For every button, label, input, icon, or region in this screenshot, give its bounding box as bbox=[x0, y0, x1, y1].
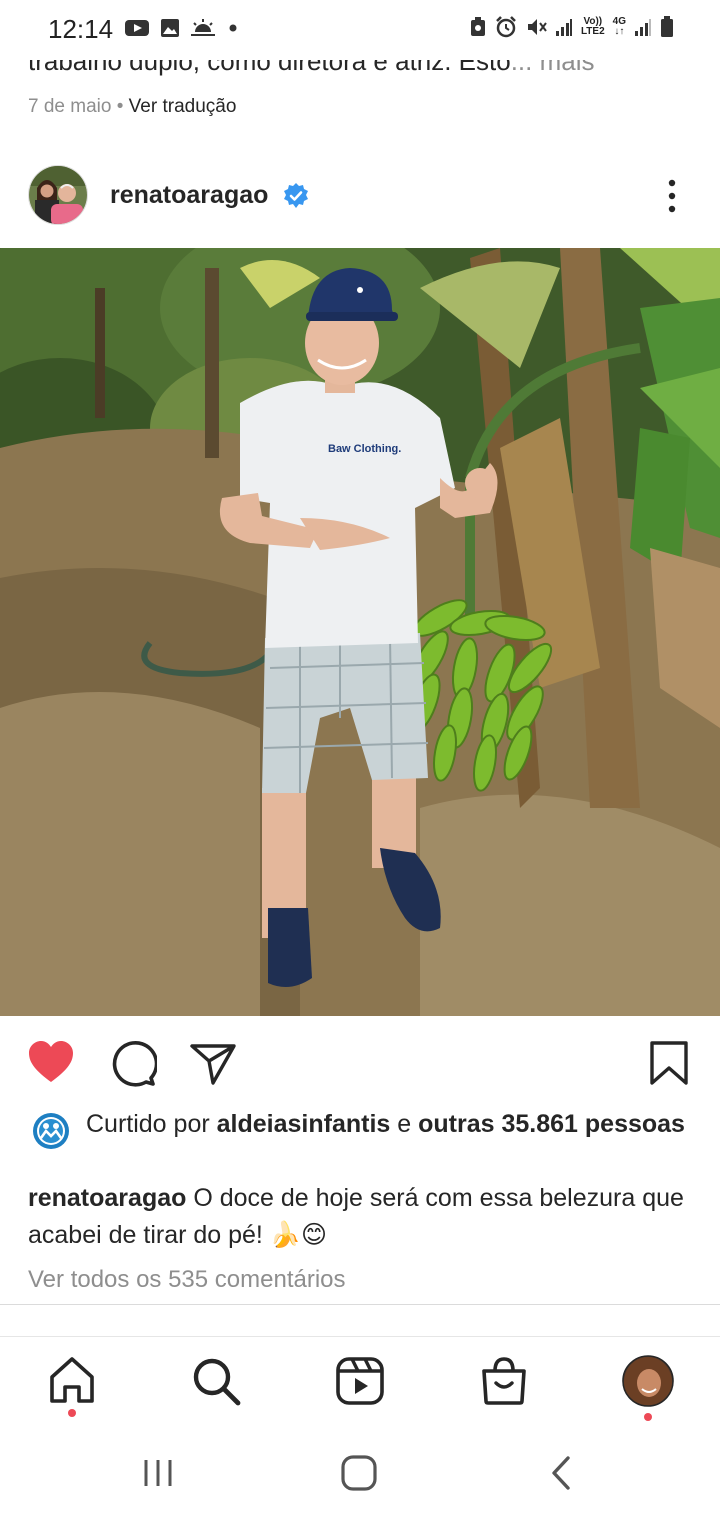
notification-icons bbox=[124, 18, 240, 38]
reels-icon[interactable] bbox=[332, 1353, 388, 1409]
post-header: renatoaragao bbox=[0, 160, 720, 236]
bottom-navigation bbox=[0, 1337, 720, 1432]
likes-text: Curtido por aldeiasinfantis e outras 35.… bbox=[32, 1108, 692, 1141]
view-comments-link[interactable]: Ver todos os 535 comentários bbox=[28, 1266, 346, 1294]
search-icon[interactable] bbox=[188, 1353, 244, 1409]
profile-notification-dot bbox=[644, 1413, 652, 1421]
previous-post-meta: 7 de maio • Ver tradução bbox=[28, 96, 236, 118]
likes-suffix[interactable]: pessoas bbox=[585, 1110, 685, 1138]
meta-separator: • bbox=[116, 96, 124, 117]
liker-avatar-icon bbox=[33, 1113, 69, 1149]
post-date: 7 de maio bbox=[28, 96, 112, 117]
likes-count[interactable]: outras 35.861 bbox=[418, 1110, 578, 1138]
profile-avatar[interactable] bbox=[620, 1353, 676, 1409]
post-username[interactable]: renatoaragao bbox=[110, 181, 268, 210]
data-arrows: ↓↑ bbox=[614, 26, 625, 37]
avatar-image bbox=[29, 166, 87, 224]
lte-label: LTE2 bbox=[580, 26, 605, 37]
post-photo[interactable]: Baw Clothing. bbox=[0, 248, 720, 1016]
shirt-text: Baw Clothing. bbox=[328, 443, 401, 455]
recents-icon[interactable] bbox=[140, 1456, 176, 1490]
mute-icon bbox=[527, 19, 547, 35]
likes-conj: e bbox=[397, 1110, 412, 1138]
photo-image: Baw Clothing. bbox=[0, 248, 720, 1016]
home-icon[interactable] bbox=[44, 1353, 100, 1409]
likes-prefix: Curtido por bbox=[86, 1110, 210, 1138]
save-bookmark-icon[interactable] bbox=[644, 1038, 694, 1088]
gallery-icon bbox=[161, 19, 179, 37]
status-time: 12:14 bbox=[48, 14, 114, 44]
liker-username[interactable]: aldeiasinfantis bbox=[217, 1110, 391, 1138]
system-navigation-bar bbox=[0, 1432, 720, 1520]
shop-icon[interactable] bbox=[476, 1353, 532, 1409]
likes-summary[interactable]: Curtido por aldeiasinfantis e outras 35.… bbox=[32, 1108, 692, 1149]
system-status-icons: Vo)) LTE2 4G ↓↑ bbox=[469, 16, 674, 38]
share-send-icon[interactable] bbox=[188, 1038, 238, 1088]
alarm-icon bbox=[496, 16, 516, 38]
youtube-icon bbox=[125, 20, 149, 36]
data-label: 4G ↓↑ bbox=[613, 17, 626, 37]
status-bar: 12:14 Vo)) LTE2 4G ↓↑ bbox=[0, 0, 720, 60]
recycle-icon bbox=[470, 17, 485, 36]
dot-icon bbox=[229, 24, 237, 32]
like-heart-icon[interactable] bbox=[26, 1038, 76, 1088]
more-options-icon[interactable] bbox=[664, 178, 680, 214]
post-caption: renatoaragao O doce de hoje será com ess… bbox=[28, 1180, 698, 1254]
post-author-avatar[interactable] bbox=[28, 165, 88, 225]
translate-link[interactable]: Ver tradução bbox=[129, 96, 237, 117]
verified-badge-icon bbox=[284, 183, 308, 208]
comment-icon[interactable] bbox=[107, 1038, 157, 1088]
battery-icon bbox=[661, 16, 673, 37]
weather-icon bbox=[191, 19, 215, 36]
back-icon[interactable] bbox=[546, 1454, 576, 1492]
network-label: Vo)) LTE2 bbox=[581, 17, 605, 37]
post-actions bbox=[0, 1032, 720, 1092]
caption-username[interactable]: renatoaragao bbox=[28, 1184, 186, 1212]
home-button-icon[interactable] bbox=[340, 1454, 378, 1492]
signal-2-icon bbox=[635, 19, 651, 36]
signal-1-icon bbox=[555, 19, 572, 36]
home-notification-dot bbox=[68, 1409, 76, 1417]
divider bbox=[0, 1304, 720, 1305]
